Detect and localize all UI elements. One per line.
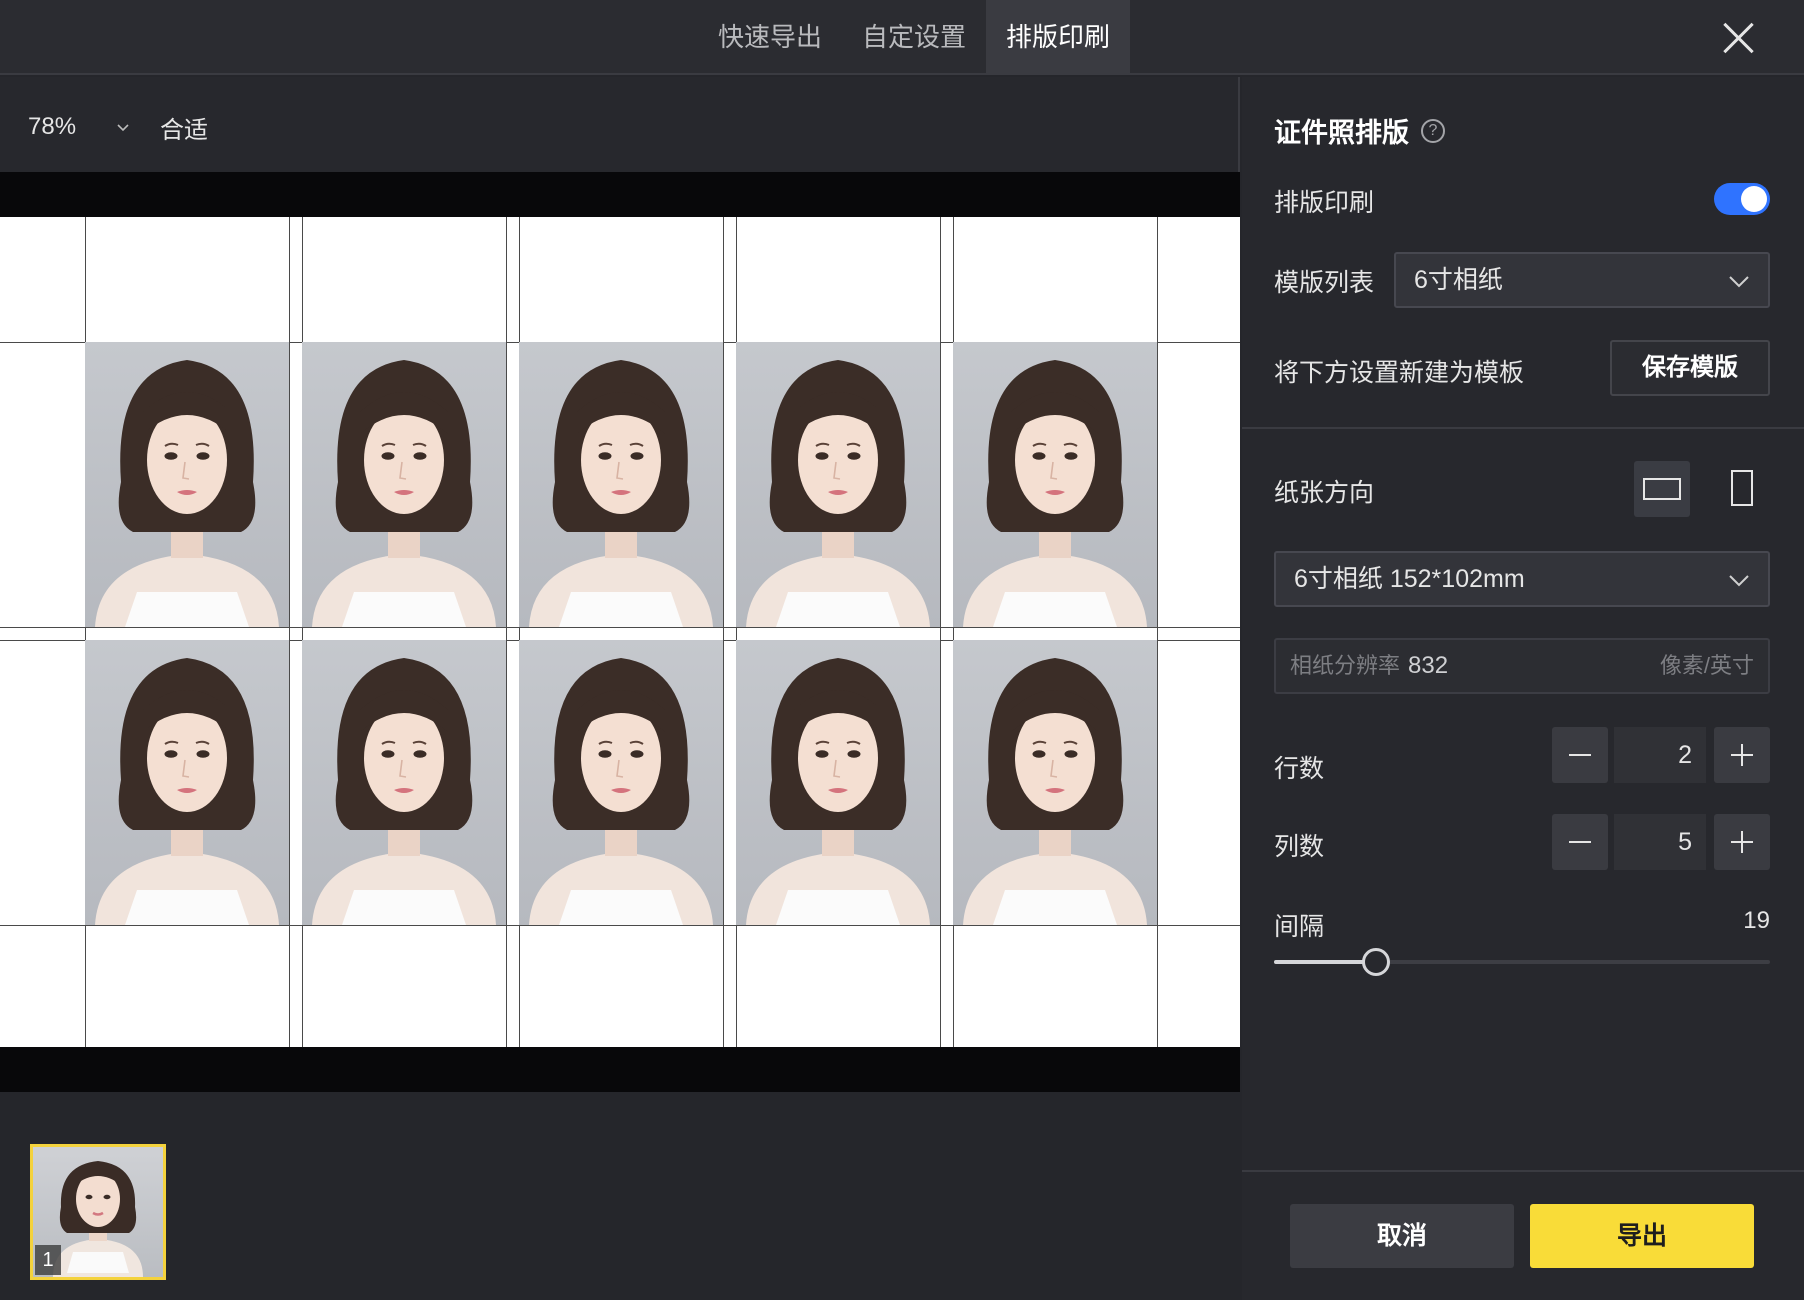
minus-icon [1569,841,1591,843]
thumbnail-index: 1 [35,1245,61,1275]
id-photo [519,640,723,925]
cut-guide-line [0,627,1240,628]
portrait-icon [1731,470,1753,506]
resolution-value: 832 [1408,652,1449,679]
gap-slider-fill [1274,960,1376,964]
id-photo [302,640,506,925]
chevron-down-icon [1729,575,1749,587]
panel-title: 证件照排版 ? [1274,111,1445,150]
print-layout-toggle[interactable] [1714,183,1770,215]
gap-slider[interactable] [1274,948,1770,976]
footer-divider [1242,1170,1804,1172]
rows-decrement-button[interactable] [1552,727,1608,783]
tab-custom-settings[interactable]: 自定设置 [842,0,986,75]
print-layout-label: 排版印刷 [1274,189,1375,217]
plus-icon [1731,744,1753,766]
resolution-unit: 像素/英寸 [1659,653,1754,678]
fit-button[interactable]: 合适 [160,110,208,145]
settings-panel: 证件照排版 ? 排版印刷 模版列表 6寸相纸 将下方设置新建为模板 保存模版 纸… [1242,77,1804,1300]
tab-layout-print[interactable]: 排版印刷 [986,0,1131,75]
page-thumbnail[interactable]: 1 [30,1144,166,1280]
chevron-down-icon[interactable] [116,120,130,134]
id-photo [736,342,940,627]
thumbnail-strip: 1 [0,1092,1240,1300]
save-template-button[interactable]: 保存模版 [1610,340,1770,396]
photo-paper [0,217,1240,1047]
id-photo [85,640,289,925]
resolution-label: 相纸分辨率 [1290,653,1401,678]
id-photo [953,342,1157,627]
tab-bar: 快速导出 自定设置 排版印刷 [698,0,1131,75]
columns-increment-button[interactable] [1714,814,1770,870]
orientation-label: 纸张方向 [1274,479,1375,507]
rows-value[interactable]: 2 [1614,727,1706,783]
export-button[interactable]: 导出 [1530,1204,1754,1268]
portrait-orientation-button[interactable] [1714,461,1770,517]
paper-size-value: 6寸相纸 152*102mm [1294,565,1525,593]
landscape-icon [1643,478,1681,500]
section-divider [1242,427,1804,429]
print-canvas [0,172,1240,1092]
tab-quick-export[interactable]: 快速导出 [698,0,842,75]
id-photo [519,342,723,627]
zoom-level: 78% [28,113,77,140]
template-list-label: 模版列表 [1274,269,1375,297]
resolution-group: 相纸分辨率 832 [1290,640,1448,692]
gap-value: 19 [1743,907,1770,934]
top-bar: 快速导出 自定设置 排版印刷 [0,0,1804,75]
columns-label: 列数 [1274,833,1325,861]
resolution-field[interactable]: 相纸分辨率 832 像素/英寸 [1274,638,1770,694]
chevron-down-icon [1729,276,1749,288]
gap-slider-thumb[interactable] [1362,948,1390,976]
rows-label: 行数 [1274,755,1325,783]
zoom-toolbar: 78% 合适 [28,107,208,147]
close-icon[interactable] [1718,18,1758,58]
cancel-button[interactable]: 取消 [1290,1204,1514,1268]
new-template-label: 将下方设置新建为模板 [1274,359,1525,387]
panel-title-text: 证件照排版 [1274,118,1409,148]
cut-guide-line [0,925,1240,926]
id-photo [953,640,1157,925]
minus-icon [1569,754,1591,756]
columns-decrement-button[interactable] [1552,814,1608,870]
template-list-select[interactable]: 6寸相纸 [1394,252,1770,308]
preview-pane: 78% 合适 1 [0,77,1240,1300]
gap-label: 间隔 [1274,913,1325,941]
landscape-orientation-button[interactable] [1634,461,1690,517]
plus-icon [1731,831,1753,853]
toggle-knob [1741,186,1767,212]
template-list-value: 6寸相纸 [1414,266,1503,294]
id-photo [302,342,506,627]
rows-increment-button[interactable] [1714,727,1770,783]
id-photo [736,640,940,925]
columns-value[interactable]: 5 [1614,814,1706,870]
id-photo [85,342,289,627]
paper-size-select[interactable]: 6寸相纸 152*102mm [1274,551,1770,607]
help-icon[interactable]: ? [1421,118,1445,143]
